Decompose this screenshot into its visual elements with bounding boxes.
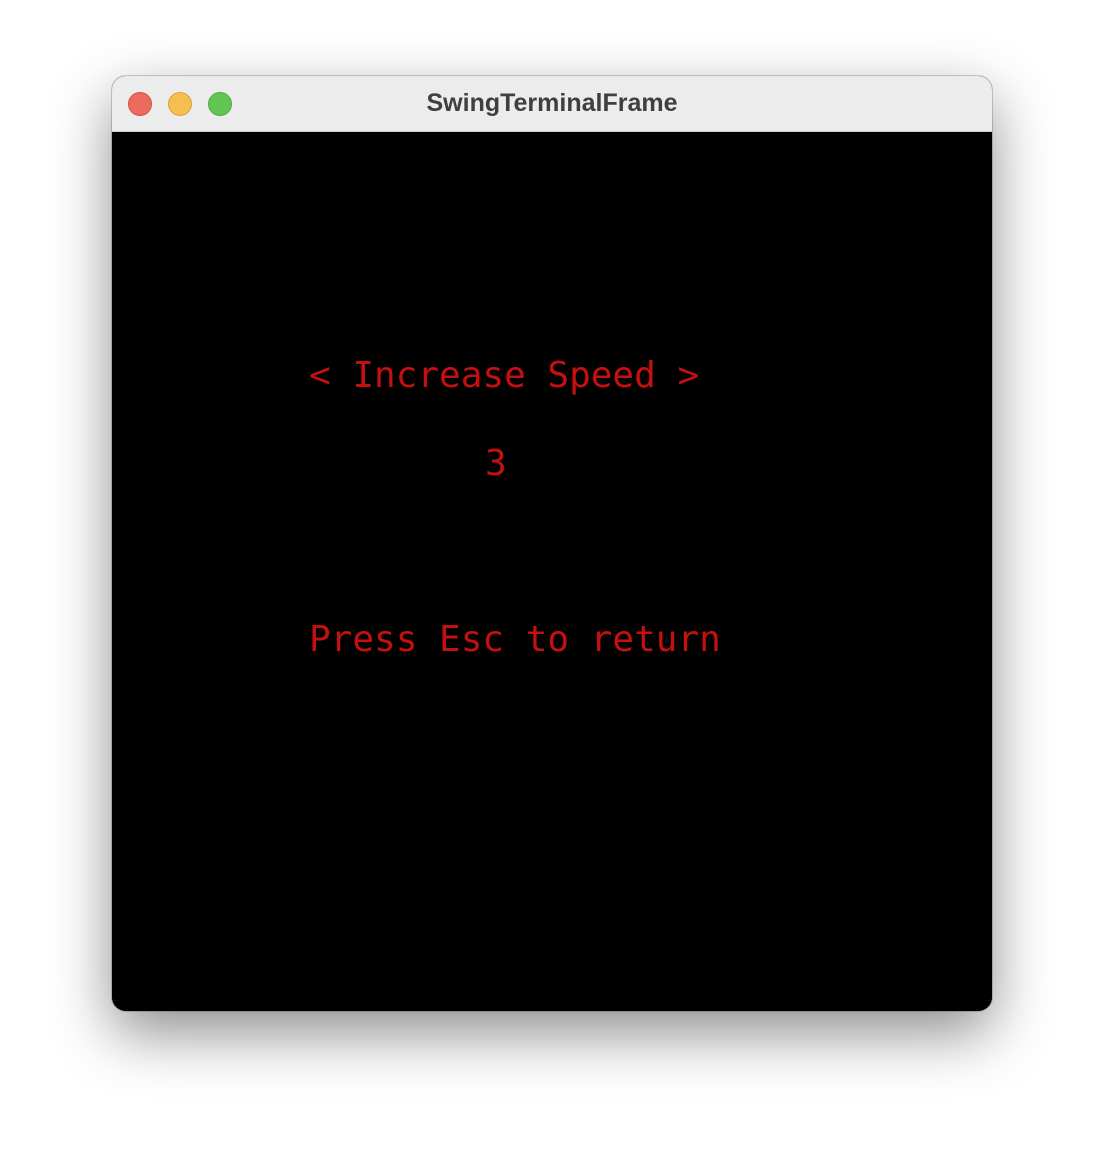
menu-option-increase-speed[interactable]: < Increase Speed >: [309, 354, 699, 398]
return-hint: Press Esc to return: [309, 619, 721, 660]
window-title: SwingTerminalFrame: [426, 89, 678, 117]
terminal-screen[interactable]: < Increase Speed > 3 Press Esc to return: [112, 132, 992, 1011]
app-window: SwingTerminalFrame < Increase Speed > 3 …: [112, 76, 992, 1011]
speed-value: 3: [485, 443, 507, 484]
title-bar[interactable]: SwingTerminalFrame: [112, 76, 992, 132]
